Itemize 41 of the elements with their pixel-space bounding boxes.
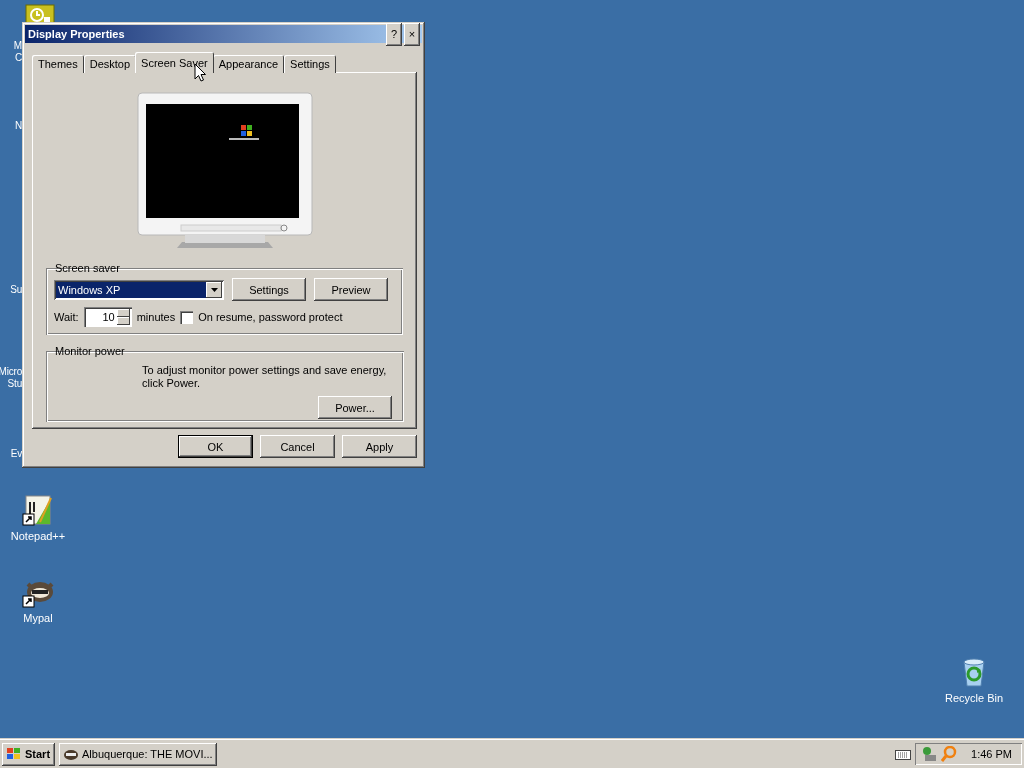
icon-label: Su	[10, 284, 22, 296]
tab[interactable]: Themes	[32, 55, 84, 73]
icon-label: M	[13, 40, 22, 52]
tab[interactable]: Settings	[284, 55, 336, 73]
tab[interactable]: Desktop	[83, 55, 137, 73]
dialog-button[interactable]: Cancel	[260, 435, 335, 458]
group-label: Screen saver	[54, 262, 121, 274]
magnifier-icon	[941, 746, 958, 762]
dialog-button[interactable]: Apply	[342, 435, 417, 458]
caret-icon	[210, 287, 218, 292]
group-label: Monitor power	[54, 345, 126, 357]
icon-label: Ev	[10, 448, 22, 460]
icon-label[interactable]: Notepad++	[10, 530, 66, 542]
power-description: To adjust monitor power settings and save energy, click Power.	[142, 364, 388, 390]
notepad-icon	[22, 494, 54, 526]
clock[interactable]: 1:46 PM	[971, 748, 1012, 760]
close-button[interactable]: ×	[404, 22, 420, 46]
power-button[interactable]: Power...	[318, 396, 392, 419]
icon-label[interactable]: Mypal	[23, 612, 53, 624]
dialog-button[interactable]: OK	[178, 435, 253, 458]
checkbox-label: On resume, password protect	[198, 311, 343, 323]
preview-button[interactable]: Preview	[314, 278, 388, 301]
icon-label: C	[14, 52, 22, 64]
password-checkbox[interactable]	[180, 310, 194, 324]
windows-logo-icon	[6, 747, 22, 761]
tab[interactable]: Screen Saver	[135, 52, 214, 73]
help-button[interactable]: ?	[386, 22, 402, 46]
icon-label: N	[14, 120, 22, 132]
keyboard-icon	[895, 748, 912, 760]
settings-button[interactable]: Settings	[232, 278, 306, 301]
wait-spinner[interactable]: 10	[83, 307, 132, 327]
taskbar-button[interactable]: Albuquerque: THE MOVI...	[59, 742, 217, 766]
tab[interactable]: Appearance	[212, 55, 285, 73]
wait-label: Wait:	[54, 311, 79, 323]
start-button[interactable]: Start	[2, 742, 55, 766]
icon-label: Micro	[0, 366, 22, 378]
screen-saver-dropdown[interactable]: Windows XP	[54, 279, 224, 300]
minutes-label: minutes	[136, 311, 176, 323]
icon-label: Stu	[7, 378, 22, 390]
icon-label[interactable]: Recycle Bin	[944, 692, 1004, 704]
window-title: Display Properties	[28, 28, 126, 40]
